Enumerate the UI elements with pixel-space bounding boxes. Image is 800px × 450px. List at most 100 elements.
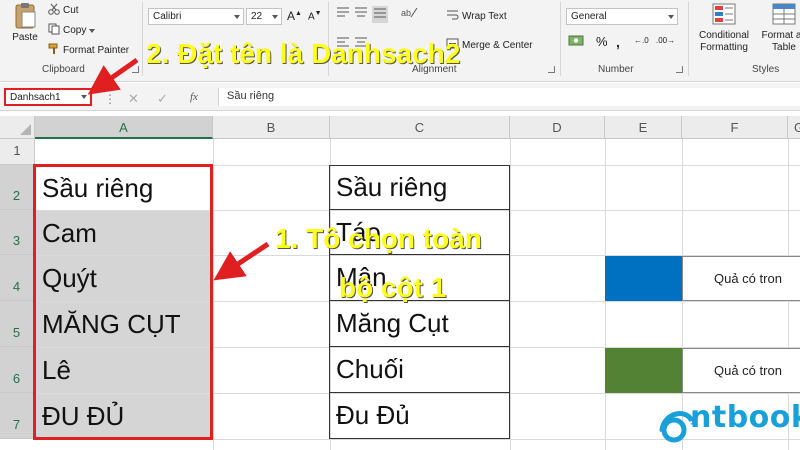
cell-f6[interactable]: Quả có tron <box>682 348 800 393</box>
selection-highlight <box>33 164 213 440</box>
paste-button[interactable]: Paste <box>6 2 44 43</box>
font-decrease-icon: A▼ <box>308 10 322 23</box>
align-bottom-button[interactable] <box>372 6 388 23</box>
cell-c5[interactable]: Măng Cụt <box>330 301 509 347</box>
row-header-label: 6 <box>12 371 21 386</box>
name-box[interactable]: Danhsach1 <box>4 88 92 106</box>
align-bottom-icon <box>373 7 387 22</box>
alignment-launcher-icon[interactable] <box>548 66 555 73</box>
number-format-select[interactable]: General <box>566 8 678 25</box>
paste-icon <box>13 2 37 30</box>
row-header-5[interactable]: 5 <box>0 301 35 347</box>
align-middle-button[interactable] <box>354 6 368 21</box>
format-as-table-label-1: Format as <box>761 30 800 41</box>
copy-button[interactable]: Copy <box>48 23 96 38</box>
clipboard-launcher-icon[interactable] <box>132 66 139 73</box>
row-header-label: 7 <box>12 417 21 432</box>
gridline <box>510 139 511 450</box>
merge-center-label: Merge & Center <box>462 39 533 51</box>
number-group-label: Number <box>598 64 634 75</box>
paste-label: Paste <box>12 32 38 43</box>
ntbook-logo-text: ntbook <box>690 400 800 435</box>
fx-icon: fx <box>190 91 198 103</box>
cell-c6[interactable]: Chuối <box>330 347 509 393</box>
formula-input[interactable]: Sầu riêng <box>218 88 800 106</box>
cancel-entry-button[interactable]: ✕ <box>128 91 139 107</box>
font-size-select[interactable]: 22 <box>246 8 282 25</box>
copy-label: Copy <box>63 25 87 36</box>
close-icon: ✕ <box>128 91 139 106</box>
gridline <box>213 139 214 450</box>
ribbon-separator <box>560 2 561 76</box>
accounting-format-button[interactable] <box>568 34 584 50</box>
row-header-4[interactable]: 4 <box>0 255 35 301</box>
conditional-formatting-icon <box>711 2 737 29</box>
table-format-icon <box>771 2 797 29</box>
name-box-value: Danhsach1 <box>10 92 61 103</box>
row-header-1[interactable]: 1 <box>0 139 35 165</box>
conditional-formatting-label-2: Formatting <box>700 42 748 53</box>
arrow-to-column-a <box>213 241 270 281</box>
column-header-f[interactable]: F <box>682 116 788 139</box>
increase-font-button[interactable]: A▲ <box>287 9 302 23</box>
cell-e4-blue[interactable] <box>605 256 682 301</box>
row-header-6[interactable]: 6 <box>0 347 35 393</box>
cell-f4[interactable]: Quả có tron <box>682 256 800 301</box>
select-all-triangle-icon <box>20 124 31 135</box>
decrease-decimal-icon: .00→ <box>656 36 676 45</box>
chevron-down-icon <box>81 95 87 99</box>
conditional-formatting-label-1: Conditional <box>698 30 750 41</box>
decrease-decimal-button[interactable]: .00→ <box>656 36 675 45</box>
wrap-text-label: Wrap Text <box>462 10 507 22</box>
format-painter-button[interactable]: Format Painter <box>48 43 129 58</box>
cell-c2[interactable]: Sầu riêng <box>330 165 509 210</box>
format-as-table-button[interactable]: Format as Table <box>756 2 800 53</box>
annotation-step-1-line-2: bộ cột 1 <box>339 272 447 303</box>
formula-input-value: Sầu riêng <box>227 90 275 102</box>
font-name-select[interactable]: Calibri <box>148 8 244 25</box>
column-header-d[interactable]: D <box>510 116 605 139</box>
percent-button[interactable]: % <box>596 34 608 49</box>
align-top-icon <box>336 6 350 21</box>
confirm-entry-button[interactable]: ✓ <box>157 91 168 107</box>
cell-c7[interactable]: Đu Đủ <box>330 393 509 439</box>
column-header-a[interactable]: A <box>35 116 213 139</box>
ribbon-separator <box>142 2 143 76</box>
row-header-label: 2 <box>12 188 21 203</box>
annotation-step-2: 2. Đặt tên là Danhsach2 <box>146 38 461 69</box>
insert-function-button[interactable]: fx <box>190 91 198 103</box>
format-as-table-label-2: Table <box>772 42 796 53</box>
column-header-b[interactable]: B <box>213 116 330 139</box>
increase-decimal-button[interactable]: ←.0 <box>634 36 649 45</box>
format-painter-label: Format Painter <box>63 45 130 56</box>
font-name-value: Calibri <box>153 11 182 22</box>
chevron-down-icon <box>668 15 674 19</box>
comma-style-button[interactable]: , <box>616 34 620 50</box>
cut-button[interactable]: Cut <box>48 3 79 18</box>
row-header-2[interactable]: 2 <box>0 165 35 210</box>
column-header-c[interactable]: C <box>330 116 510 139</box>
row-header-label: 4 <box>12 279 21 294</box>
decrease-font-button[interactable]: A▼ <box>308 10 322 22</box>
conditional-formatting-button[interactable]: Conditional Formatting <box>694 2 754 53</box>
currency-icon <box>568 34 584 50</box>
font-size-value: 22 <box>251 11 263 22</box>
row-header-3[interactable]: 3 <box>0 210 35 255</box>
orientation-button[interactable]: ab <box>400 6 418 21</box>
column-header-g[interactable]: G <box>788 116 800 139</box>
row-header-7[interactable]: 7 <box>0 393 35 439</box>
copy-icon <box>48 23 60 38</box>
column-header-e[interactable]: E <box>605 116 682 139</box>
align-middle-icon <box>354 6 368 21</box>
align-top-button[interactable] <box>336 6 350 21</box>
font-increase-icon: A▲ <box>287 9 302 23</box>
row-header-label: 1 <box>13 143 21 158</box>
wrap-text-button[interactable]: Wrap Text <box>446 9 507 23</box>
percent-icon: % <box>596 34 608 49</box>
number-format-value: General <box>571 11 607 22</box>
wrap-text-icon <box>446 9 459 23</box>
formula-bar-options-icon[interactable]: ⋮ <box>104 92 116 106</box>
cell-e6-green[interactable] <box>605 348 682 393</box>
number-launcher-icon[interactable] <box>676 66 683 73</box>
text-orientation-icon: ab <box>400 6 418 21</box>
